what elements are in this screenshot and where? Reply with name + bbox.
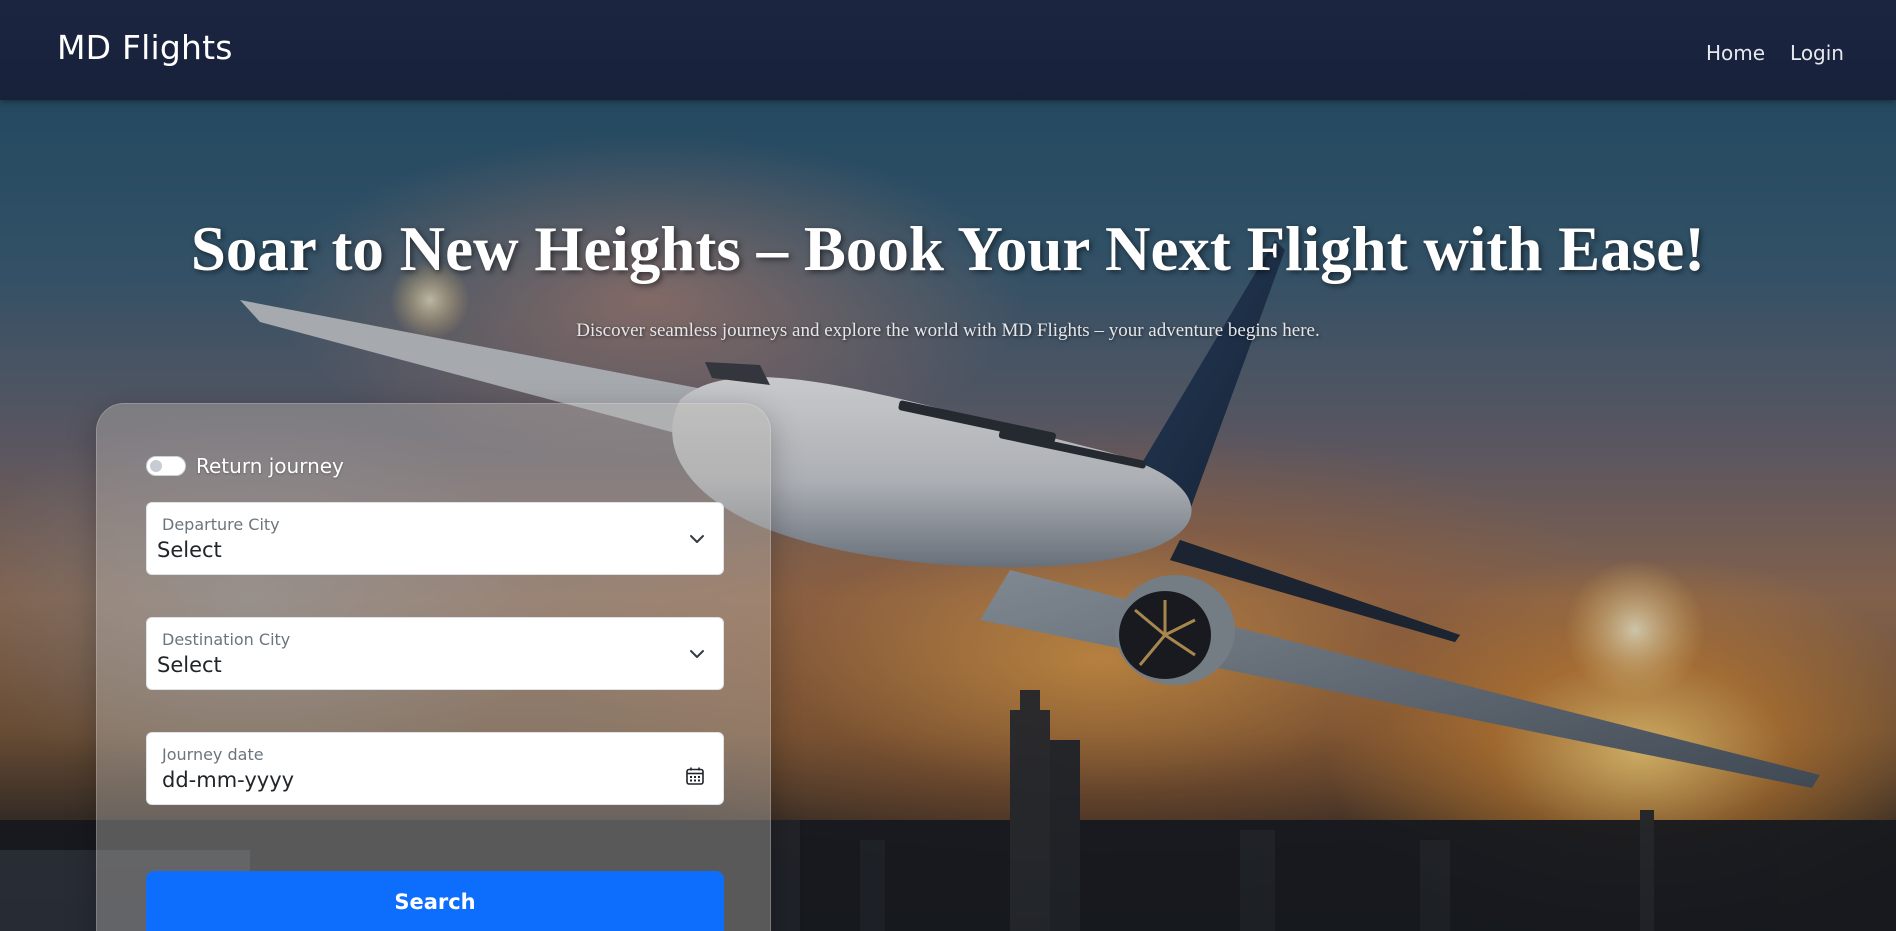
- return-journey-label: Return journey: [196, 454, 344, 478]
- calendar-icon[interactable]: [685, 766, 705, 786]
- destination-city-label: Destination City: [162, 630, 291, 649]
- nav-links: Home Login: [1706, 41, 1844, 65]
- chevron-down-icon: [690, 650, 704, 658]
- journey-date-value: dd-mm-yyyy: [162, 768, 295, 792]
- hero-section: Soar to New Heights – Book Your Next Fli…: [0, 100, 1896, 931]
- departure-city-select[interactable]: Departure City Select: [146, 502, 724, 575]
- destination-city-value: Select: [157, 653, 222, 677]
- nav-home-link[interactable]: Home: [1706, 41, 1765, 65]
- navbar: MD Flights Home Login: [0, 0, 1896, 100]
- nav-login-link[interactable]: Login: [1790, 41, 1844, 65]
- return-journey-row: Return journey: [146, 454, 344, 478]
- hero-title: Soar to New Heights – Book Your Next Fli…: [190, 214, 1706, 284]
- hero-subtitle: Discover seamless journeys and explore t…: [576, 320, 1320, 341]
- brand-logo[interactable]: MD Flights: [57, 28, 233, 67]
- journey-date-label: Journey date: [162, 745, 264, 764]
- chevron-down-icon: [690, 535, 704, 543]
- search-button[interactable]: Search: [146, 871, 724, 931]
- destination-city-select[interactable]: Destination City Select: [146, 617, 724, 690]
- flight-search-card: Return journey Departure City Select Des…: [96, 403, 771, 931]
- departure-city-value: Select: [157, 538, 222, 562]
- journey-date-input[interactable]: Journey date dd-mm-yyyy: [146, 732, 724, 805]
- return-journey-toggle[interactable]: [146, 456, 186, 476]
- departure-city-label: Departure City: [162, 515, 280, 534]
